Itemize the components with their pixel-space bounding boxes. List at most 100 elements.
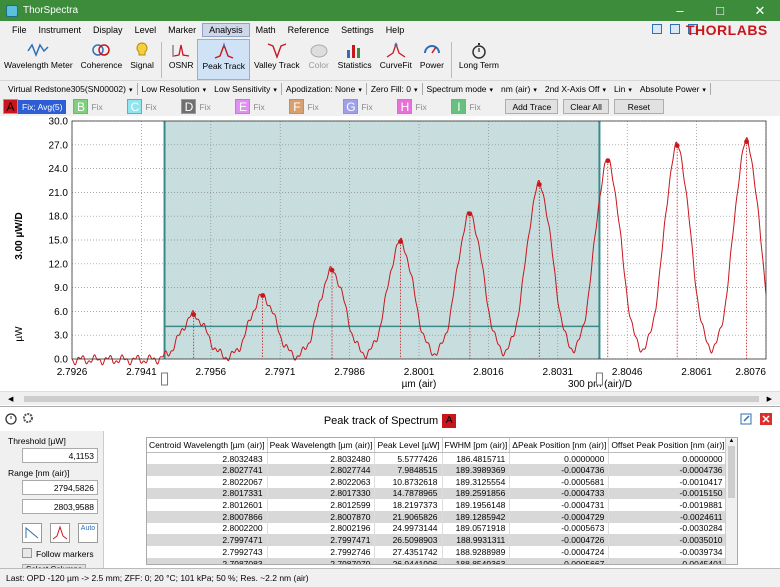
table-row[interactable]: 2.7987083 2.7987079 26.9441996 188.8549363-… — [147, 557, 728, 564]
table-row[interactable]: 2.8032483 2.8032480 5.5777426 186.4815711 0.… — [147, 452, 728, 465]
trace-b[interactable]: B Fix — [73, 99, 120, 114]
valley-track-button[interactable]: Valley Track — [250, 39, 304, 80]
trace-letter[interactable]: D — [181, 99, 197, 114]
close-button[interactable]: ✕ — [740, 0, 780, 21]
add-trace-button[interactable]: Add Trace — [505, 99, 559, 114]
trace-status[interactable]: Fix; Avg(5) — [18, 99, 67, 114]
option-nm-air-dropdown[interactable]: nm (air) ▾ — [497, 84, 541, 94]
trace-status[interactable]: Fix — [304, 100, 336, 114]
peak-track-button[interactable]: Peak Track — [197, 39, 250, 80]
trace-status[interactable]: Fix — [88, 100, 120, 114]
trace-e[interactable]: E Fix — [235, 99, 282, 114]
scroll-left-icon[interactable]: ◀ — [8, 395, 13, 403]
range-min-input[interactable]: 2794,5826 — [22, 480, 98, 495]
trace-letter[interactable]: C — [127, 99, 143, 114]
signal-button[interactable]: Signal — [126, 39, 158, 80]
table-row[interactable]: 2.8012601 2.8012599 18.2197373 189.1956148-… — [147, 499, 728, 511]
color-button[interactable]: Color — [304, 39, 334, 80]
table-row[interactable]: 2.8027741 2.8027744 7.9848515 189.3989369 -0… — [147, 464, 728, 476]
menu-file[interactable]: File — [6, 24, 33, 36]
peak-marker[interactable] — [260, 293, 266, 298]
option-lin-dropdown[interactable]: Lin ▾ — [610, 84, 636, 94]
trace-f[interactable]: F Fix — [289, 99, 336, 114]
peak-marker[interactable] — [536, 182, 542, 187]
horizontal-scrollbar[interactable]: ◀ ▶ — [0, 391, 780, 405]
range-right-handle[interactable] — [595, 372, 603, 386]
trace-status[interactable]: Fix — [142, 100, 174, 114]
option-spectrum-mode-dropdown[interactable]: Spectrum mode ▾ — [423, 84, 498, 94]
column-header[interactable]: Offset Peak Position [nm (air)] — [608, 438, 728, 453]
option-apodization-none-dropdown[interactable]: Apodization: None ▾ — [282, 84, 366, 94]
menu-display[interactable]: Display — [87, 24, 129, 36]
table-row[interactable]: 2.8002200 2.8002196 24.9973144 189.0571918-… — [147, 522, 728, 535]
spectrum-plot[interactable]: 3.00 µW/D µW 30.0 27.0 24.0 21.0 18.0 15.0 12.0 9… — [0, 116, 780, 406]
table-row[interactable]: 2.8017331 2.8017330 14.7878965 189.2591856-… — [147, 487, 728, 500]
trace-letter[interactable]: F — [289, 99, 305, 114]
clear-all-button[interactable]: Clear All — [563, 99, 609, 114]
trace-a[interactable]: A Fix; Avg(5) — [3, 99, 67, 114]
trace-letter[interactable]: B — [73, 99, 89, 114]
peak-marker[interactable] — [191, 312, 197, 317]
trace-status[interactable]: Fix — [196, 100, 228, 114]
curvefit-button[interactable]: CurveFit — [376, 39, 416, 80]
peak-range-button[interactable] — [50, 523, 70, 543]
scroll-right-icon[interactable]: ▶ — [767, 395, 772, 403]
column-header[interactable]: Centroid Wavelength [µm (air)] — [147, 438, 268, 453]
close-panel-icon[interactable] — [760, 413, 772, 425]
expand-icon[interactable] — [670, 24, 680, 34]
menu-level[interactable]: Level — [129, 24, 163, 36]
trace-status[interactable]: Fix — [412, 100, 444, 114]
trace-letter[interactable]: E — [235, 99, 251, 114]
wavelength-meter-button[interactable]: Wavelength Meter — [0, 39, 77, 80]
undock-icon[interactable] — [740, 413, 752, 425]
peak-marker[interactable] — [467, 211, 473, 217]
option-zero-fill-0-dropdown[interactable]: Zero Fill: 0 ▾ — [367, 84, 422, 94]
fit-view-icon[interactable] — [652, 24, 662, 34]
option-absolute-power-dropdown[interactable]: Absolute Power ▾ — [636, 84, 710, 94]
spectrum-chart[interactable]: 3.00 µW/D µW 30.0 27.0 24.0 21.0 18.0 15.0 12.0 9… — [0, 116, 780, 391]
scroll-up-icon[interactable]: ▲ — [726, 438, 737, 444]
peak-marker[interactable] — [744, 139, 749, 145]
menu-instrument[interactable]: Instrument — [33, 24, 88, 36]
column-header[interactable]: FWHM [pm (air)] — [442, 438, 511, 453]
trace-g[interactable]: G Fix — [343, 99, 390, 114]
menu-math[interactable]: Math — [250, 24, 282, 36]
menu-marker[interactable]: Marker — [162, 24, 202, 36]
maximize-button[interactable]: □ — [700, 0, 740, 21]
power-button[interactable]: Power — [416, 39, 448, 80]
statistics-button[interactable]: Statistics — [334, 39, 376, 80]
table-vertical-scrollbar[interactable]: ▲ — [725, 438, 737, 564]
trace-status[interactable]: Fix — [466, 100, 498, 114]
menu-analysis[interactable]: Analysis — [202, 22, 250, 37]
trace-i[interactable]: I Fix — [451, 99, 498, 114]
trace-letter[interactable]: H — [397, 99, 413, 114]
threshold-input[interactable]: 4,1153 — [22, 448, 98, 463]
coherence-button[interactable]: Coherence — [77, 39, 127, 80]
trace-status[interactable]: Fix — [250, 100, 282, 114]
zoom-range-button[interactable] — [22, 523, 42, 543]
column-header[interactable]: Peak Level [µW] — [374, 438, 443, 453]
option-virtual-redstone305-sn00002-dropdown[interactable]: Virtual Redstone305(SN00002) ▾ — [4, 84, 137, 94]
table-row[interactable]: 2.8022067 2.8022063 10.8732618 189.3125554-… — [147, 475, 728, 488]
menu-settings[interactable]: Settings — [335, 24, 380, 36]
option-2nd-x-axis-off-dropdown[interactable]: 2nd X-Axis Off ▾ — [541, 84, 610, 94]
trace-letter[interactable]: G — [343, 99, 359, 114]
trace-h[interactable]: H Fix — [397, 99, 444, 114]
osnr-button[interactable]: OSNR — [165, 39, 198, 80]
long-term-button[interactable]: Long Term — [455, 39, 503, 80]
option-low-sensitivity-dropdown[interactable]: Low Sensitivity ▾ — [210, 84, 281, 94]
trace-d[interactable]: D Fix — [181, 99, 228, 114]
follow-markers-checkbox[interactable] — [22, 548, 32, 558]
trace-status[interactable]: Fix — [358, 100, 390, 114]
table-row[interactable]: 2.8007866 2.8007870 21.9065826 189.1285942-… — [147, 510, 728, 523]
table-row[interactable]: 2.7992743 2.7992746 27.4351742 188.9288989-… — [147, 546, 728, 558]
trace-letter[interactable]: I — [451, 99, 467, 114]
scroll-thumb[interactable] — [24, 396, 759, 402]
peak-marker[interactable] — [398, 239, 403, 244]
reset-button[interactable]: Reset — [613, 99, 664, 114]
menu-help[interactable]: Help — [380, 24, 411, 36]
auto-range-button[interactable]: Auto — [78, 523, 98, 543]
column-header[interactable]: Peak Wavelength [µm (air)] — [267, 438, 376, 453]
peak-marker[interactable] — [674, 143, 680, 148]
menu-reference[interactable]: Reference — [282, 24, 336, 36]
